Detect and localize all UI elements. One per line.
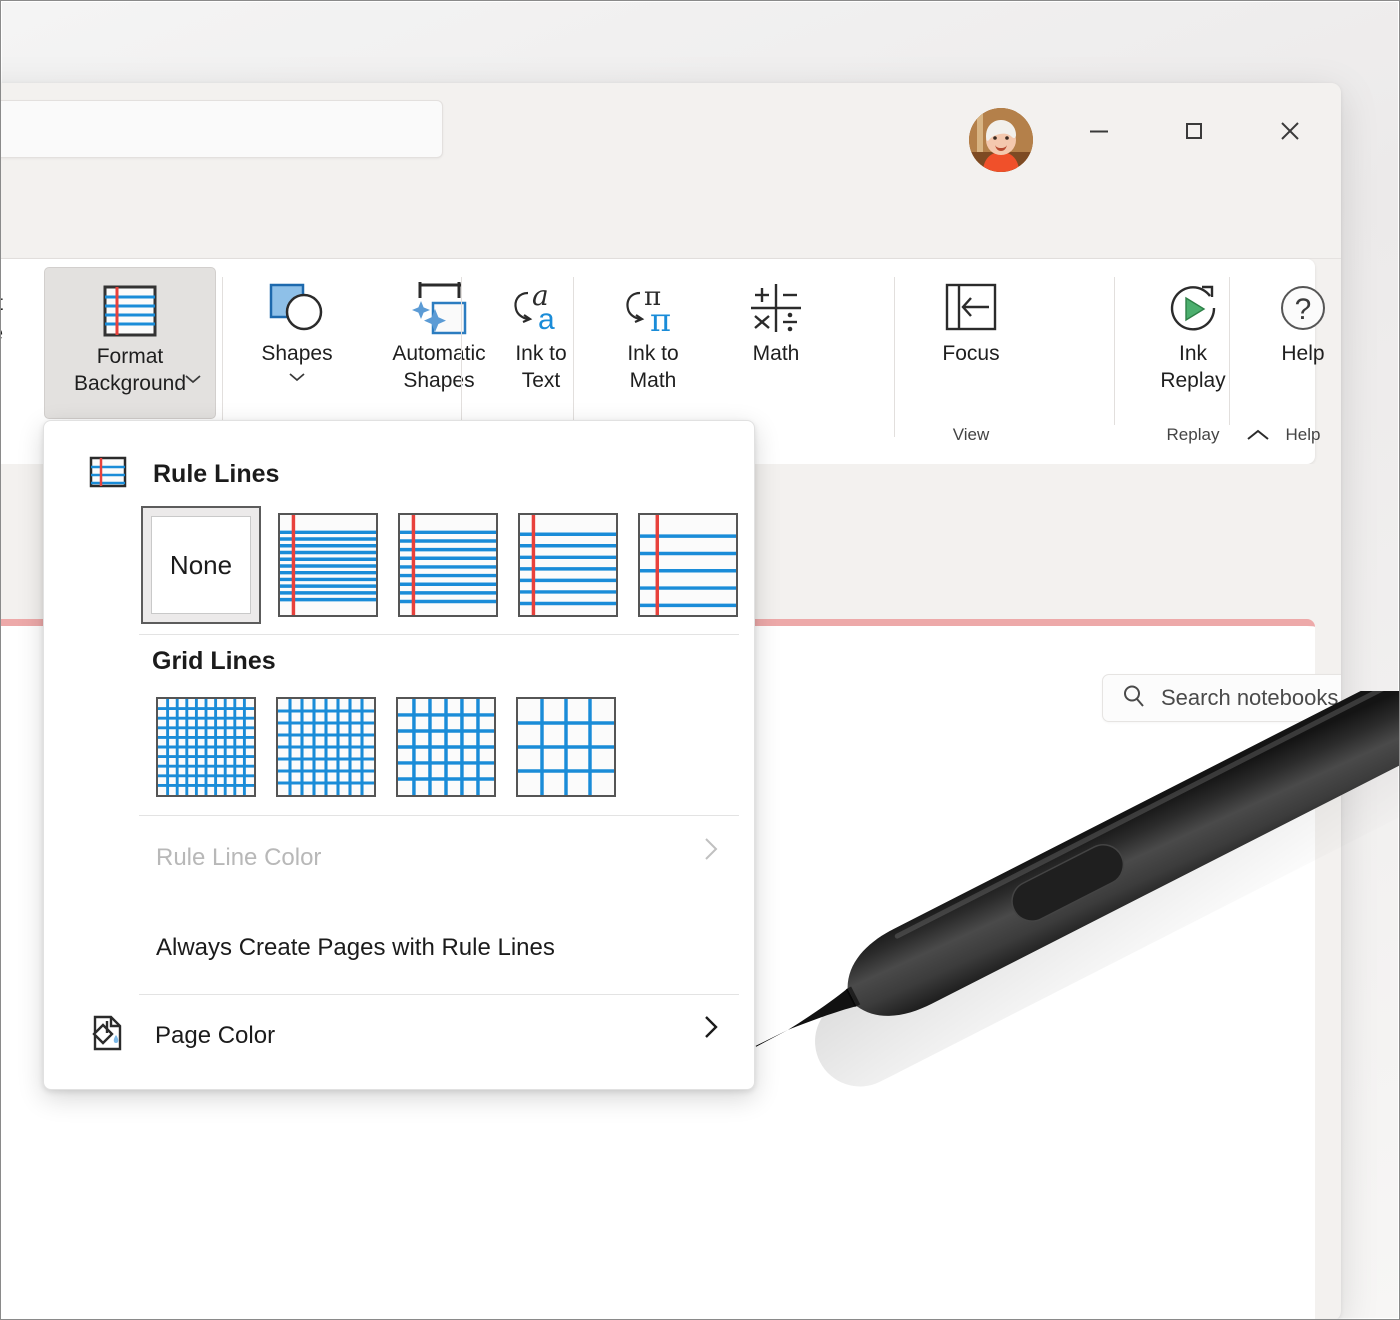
format-background-button[interactable]: Format Background [44,267,216,419]
grid-line-option-small-grid[interactable] [156,697,256,797]
divider [139,815,739,816]
search-icon [1121,683,1147,714]
ink-replay-button[interactable]: Ink Replay [1128,265,1258,417]
group-label-view: View [911,425,1031,445]
grid-line-option-very-large-grid[interactable] [516,697,616,797]
close-icon [1276,117,1304,145]
chevron-up-icon [1245,427,1271,443]
ink-to-math-label: Ink to Math [627,341,678,395]
rule-line-color-label: Rule Line Color [156,844,321,872]
title-search-box[interactable] [0,100,443,158]
menu-item-page-color[interactable]: Page Color [89,1006,714,1066]
format-background-label: Format Background [74,344,186,398]
rule-line-option-wide-ruled[interactable] [638,513,738,617]
ink-to-text-icon: a a [506,279,576,337]
page-color-bucket-icon [89,1013,129,1060]
question-circle-icon: ? [1275,279,1331,337]
automatic-shapes-label: Automatic Shapes [392,341,485,395]
grid-line-option-large-grid[interactable] [396,697,496,797]
ink-replay-label: Ink Replay [1160,341,1225,395]
divider [139,634,739,635]
maximize-button[interactable] [1160,101,1228,161]
menu-item-always-create-pages-with-rule-lines[interactable]: Always Create Pages with Rule Lines [156,918,716,978]
ruled-page-icon [102,282,158,340]
rule-lines-header: Rule Lines [89,453,279,496]
chevron-down-icon [185,372,201,386]
ribbon-separator [1229,277,1230,425]
chevron-right-icon [702,835,720,868]
ink-to-math-button[interactable]: π π Ink to Math [587,265,719,417]
math-button[interactable]: Math [721,265,831,417]
minimize-icon [1086,118,1112,144]
grid-line-option-medium-grid[interactable] [276,697,376,797]
ribbon-tab-strip [0,179,1341,259]
math-operators-icon [745,279,807,337]
search-notebooks-box[interactable]: Search notebooks [1102,674,1341,722]
avatar[interactable] [969,108,1033,172]
group-label-replay: Replay [1128,425,1258,445]
rule-line-option-college-ruled[interactable] [398,513,498,617]
rule-line-option-none[interactable]: None [141,506,261,624]
focus-button[interactable]: Focus [911,265,1031,395]
ribbon-separator [1114,277,1115,425]
chevron-down-icon [289,370,305,384]
format-background-dropdown: Rule Lines None [43,420,755,1090]
svg-text:π: π [650,301,671,337]
insert-space-icon [0,253,7,293]
insert-space-label-line2: ce [0,319,3,349]
divider [139,994,739,995]
math-label: Math [753,341,800,368]
onenote-window: ert ce Format [0,83,1341,1320]
rule-line-option-narrow-ruled[interactable] [278,513,378,617]
svg-text:?: ? [1295,293,1312,326]
chevron-right-icon [702,1013,720,1046]
rule-lines-title: Rule Lines [153,460,279,489]
square-circle-icon [266,279,328,337]
search-notebooks-placeholder: Search notebooks [1161,685,1338,711]
focus-panel-icon [943,279,999,337]
grid-lines-title: Grid Lines [152,647,276,676]
svg-text:a: a [538,303,555,336]
shapes-button[interactable]: Shapes [236,265,358,417]
rule-line-option-standard-ruled[interactable] [518,513,618,617]
close-button[interactable] [1256,101,1324,161]
collapse-ribbon-button[interactable] [1245,427,1271,448]
shapes-label: Shapes [261,341,332,368]
ruled-page-icon [89,453,127,496]
help-label: Help [1281,341,1324,368]
help-button[interactable]: ? Help [1243,265,1341,395]
page-color-label: Page Color [155,1022,275,1050]
insert-space-label-line1: ert [0,289,3,319]
ribbon-separator [461,277,462,437]
screenshot-root: ert ce Format [0,0,1400,1320]
ribbon-separator [222,277,223,437]
rule-line-none-label: None [151,516,251,614]
maximize-icon [1181,118,1207,144]
sparkle-shape-icon [403,279,475,337]
menu-item-rule-line-color[interactable]: Rule Line Color [156,828,716,888]
always-create-pages-label: Always Create Pages with Rule Lines [156,934,555,962]
ink-to-math-icon: π π [618,279,688,337]
focus-label: Focus [942,341,999,368]
ribbon-separator [573,277,574,437]
title-bar [0,83,1341,179]
ink-to-text-label: Ink to Text [515,341,566,395]
replay-play-icon [1164,279,1222,337]
minimize-button[interactable] [1065,101,1133,161]
insert-space-button[interactable]: ert ce [0,289,3,350]
ribbon-separator [894,277,895,437]
